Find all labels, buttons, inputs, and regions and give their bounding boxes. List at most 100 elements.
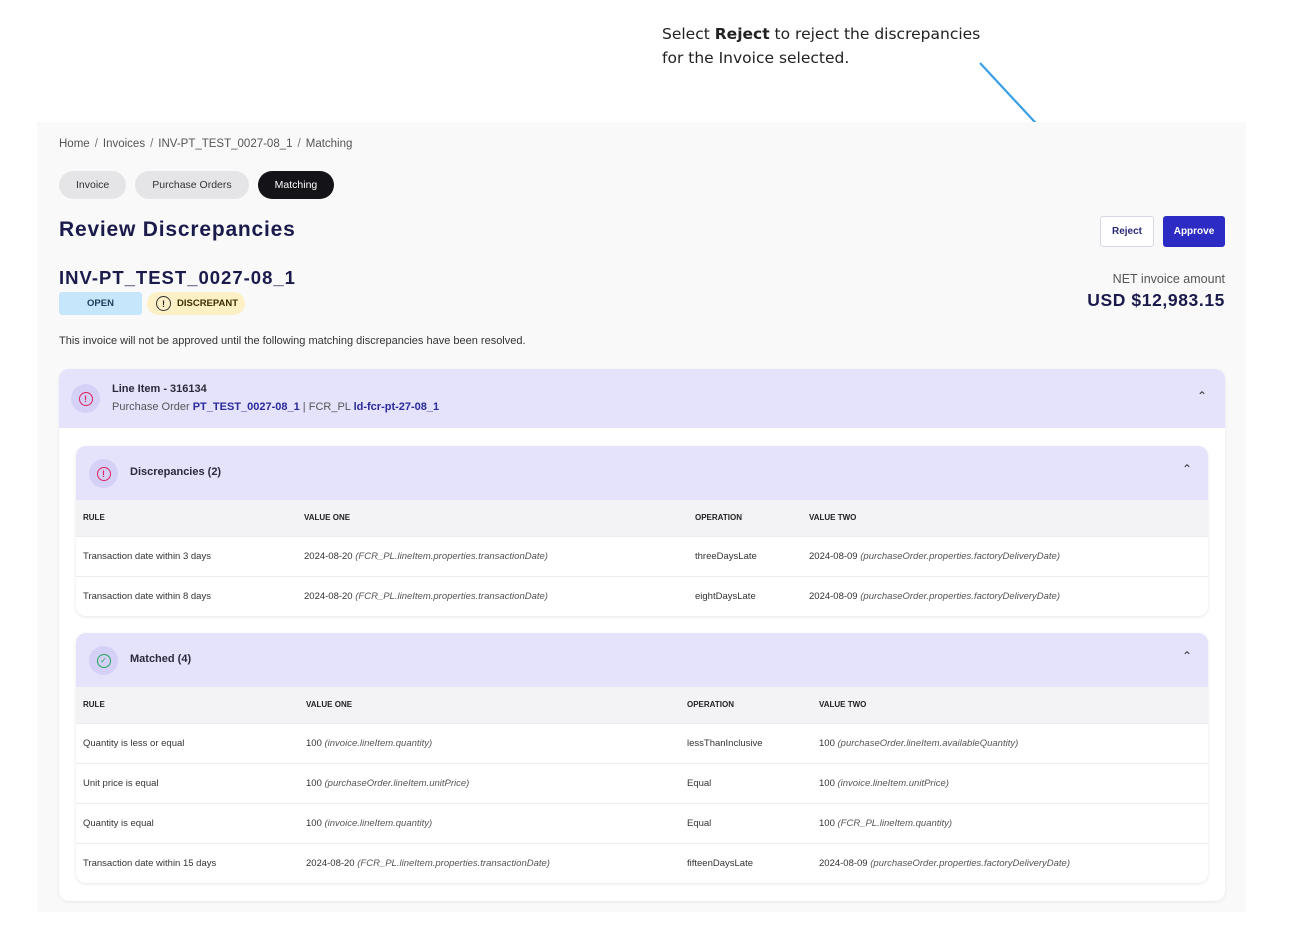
table-header-row: RULE VALUE ONE OPERATION VALUE TWO: [76, 687, 1208, 723]
table-header-row: RULE VALUE ONE OPERATION VALUE TWO: [76, 500, 1208, 536]
value-two-cell: 2024-08-09 (purchaseOrder.properties.fac…: [812, 842, 1208, 883]
table-row: Transaction date within 15 days 2024-08-…: [76, 842, 1208, 883]
matched-header[interactable]: ✓ Matched (4) ⌃: [76, 633, 1208, 687]
operation-cell: Equal: [680, 802, 812, 843]
matched-table: RULE VALUE ONE OPERATION VALUE TWO Quant…: [76, 687, 1208, 883]
value-one-cell: 100 (invoice.lineItem.quantity): [299, 722, 680, 763]
discrepant-label: DISCREPANT: [177, 298, 239, 309]
breadcrumb-sep: /: [94, 138, 98, 150]
reject-button[interactable]: Reject: [1100, 216, 1154, 247]
column-header: VALUE TWO: [819, 700, 867, 710]
value-one: 2024-08-20: [306, 857, 355, 869]
value-one-source: (invoice.lineItem.quantity): [324, 817, 433, 829]
operation-cell: lessThanInclusive: [680, 722, 812, 763]
line-item-card: ! Line Item - 316134 Purchase Order PT_T…: [59, 369, 1225, 901]
value-two-cell: 100 (purchaseOrder.lineItem.availableQua…: [812, 722, 1208, 763]
warning-icon: !: [156, 296, 171, 311]
line-item-title: Line Item - 316134: [112, 383, 207, 395]
matched-title: Matched (4): [130, 653, 192, 665]
value-two: 100: [819, 817, 835, 829]
callout-bold: Reject: [714, 25, 770, 43]
line-item-subtitle: Purchase Order PT_TEST_0027-08_1 | FCR_P…: [112, 401, 440, 413]
rule-cell: Quantity is equal: [76, 802, 299, 843]
column-header: OPERATION: [695, 513, 742, 523]
discrepancies-title: Discrepancies (2): [130, 466, 222, 478]
fcr-link[interactable]: ld-fcr-pt-27-08_1: [354, 401, 440, 413]
rule-cell: Quantity is less or equal: [76, 722, 299, 763]
value-two: 2024-08-09: [819, 857, 868, 869]
matched-section: ✓ Matched (4) ⌃ RULE VALUE ONE OPERATION…: [76, 633, 1208, 883]
column-header: VALUE TWO: [809, 513, 857, 523]
value-one-cell: 100 (invoice.lineItem.quantity): [299, 802, 680, 843]
tab-bar: Invoice Purchase Orders Matching: [59, 171, 335, 199]
breadcrumb-sep: /: [150, 138, 154, 150]
breadcrumb-sep: /: [297, 138, 301, 150]
value-one-source: (FCR_PL.lineItem.properties.transactionD…: [355, 590, 548, 602]
chevron-up-icon[interactable]: ⌃: [1182, 462, 1192, 476]
operation-cell: eightDaysLate: [688, 575, 802, 616]
value-two-source: (invoice.lineItem.unitPrice): [837, 777, 949, 789]
value-two-source: (FCR_PL.lineItem.quantity): [837, 817, 953, 829]
operation-cell: fifteenDaysLate: [680, 842, 812, 883]
rule-cell: Transaction date within 15 days: [76, 842, 299, 883]
app-panel: Home / Invoices / INV-PT_TEST_0027-08_1 / Matc…: [37, 122, 1246, 912]
value-one: 2024-08-20: [304, 590, 353, 602]
value-one: 2024-08-20: [304, 550, 353, 562]
chevron-up-icon[interactable]: ⌃: [1182, 649, 1192, 663]
column-header: VALUE ONE: [304, 513, 351, 523]
tab-purchase-orders[interactable]: Purchase Orders: [135, 171, 249, 199]
value-one: 100: [306, 817, 322, 829]
status-badge: OPEN: [59, 292, 142, 315]
instruction-callout: Select Reject to reject the discrepancie…: [662, 22, 992, 70]
value-two: 100: [819, 737, 835, 749]
approve-button[interactable]: Approve: [1163, 216, 1225, 247]
po-label: Purchase Order: [112, 401, 190, 413]
column-header: RULE: [83, 513, 105, 523]
discrepancies-table: RULE VALUE ONE OPERATION VALUE TWO Trans…: [76, 500, 1208, 616]
breadcrumb-invoices[interactable]: Invoices: [103, 138, 145, 150]
line-item-header[interactable]: ! Line Item - 316134 Purchase Order PT_T…: [59, 369, 1225, 428]
table-row: Quantity is less or equal 100 (invoice.l…: [76, 722, 1208, 763]
line-item-alert-icon: !: [71, 384, 100, 413]
breadcrumb-home[interactable]: Home: [59, 138, 90, 150]
fcr-label: FCR_PL: [308, 401, 351, 413]
breadcrumb-invoice-id[interactable]: INV-PT_TEST_0027-08_1: [158, 138, 292, 150]
chevron-up-icon[interactable]: ⌃: [1197, 389, 1207, 403]
value-two: 2024-08-09: [809, 550, 858, 562]
breadcrumb: Home / Invoices / INV-PT_TEST_0027-08_1 / Matc…: [59, 138, 352, 150]
discrepancies-header[interactable]: ! Discrepancies (2) ⌃: [76, 446, 1208, 500]
tab-invoice[interactable]: Invoice: [59, 171, 127, 199]
value-one: 100: [306, 737, 322, 749]
discrepancy-alert-icon: !: [89, 459, 118, 488]
table-row: Transaction date within 3 days 2024-08-2…: [76, 535, 1208, 576]
net-amount-label: NET invoice amount: [1112, 272, 1225, 286]
operation-cell: Equal: [680, 762, 812, 803]
rule-cell: Unit price is equal: [76, 762, 299, 803]
page-title: Review Discrepancies: [59, 218, 296, 241]
value-two-cell: 2024-08-09 (purchaseOrder.properties.fac…: [802, 575, 1208, 616]
value-two-source: (purchaseOrder.lineItem.availableQuantit…: [837, 737, 1019, 749]
value-one-source: (invoice.lineItem.quantity): [324, 737, 433, 749]
value-two-source: (purchaseOrder.properties.factoryDeliver…: [860, 550, 1061, 562]
value-two: 100: [819, 777, 835, 789]
value-two-source: (purchaseOrder.properties.factoryDeliver…: [870, 857, 1071, 869]
value-one-cell: 100 (purchaseOrder.lineItem.unitPrice): [299, 762, 680, 803]
rule-cell: Transaction date within 3 days: [76, 535, 297, 576]
breadcrumb-current: Matching: [305, 138, 353, 150]
tab-matching[interactable]: Matching: [257, 171, 335, 199]
net-amount-value: USD $12,983.15: [1087, 290, 1225, 310]
value-one-cell: 2024-08-20 (FCR_PL.lineItem.properties.t…: [299, 842, 680, 883]
value-two-cell: 100 (invoice.lineItem.unitPrice): [812, 762, 1208, 803]
matched-check-icon: ✓: [89, 646, 118, 675]
value-two: 2024-08-09: [809, 590, 858, 602]
value-one-cell: 2024-08-20 (FCR_PL.lineItem.properties.t…: [297, 575, 688, 616]
rule-cell: Transaction date within 8 days: [76, 575, 297, 616]
column-header: VALUE ONE: [306, 700, 353, 710]
po-link[interactable]: PT_TEST_0027-08_1: [193, 401, 300, 413]
table-row: Transaction date within 8 days 2024-08-2…: [76, 575, 1208, 616]
resolution-notice: This invoice will not be approved until …: [59, 335, 526, 347]
discrepant-badge: ! DISCREPANT: [147, 292, 246, 315]
value-one-source: (purchaseOrder.lineItem.unitPrice): [324, 777, 470, 789]
column-header: OPERATION: [687, 700, 734, 710]
callout-prefix: Select: [662, 25, 715, 43]
